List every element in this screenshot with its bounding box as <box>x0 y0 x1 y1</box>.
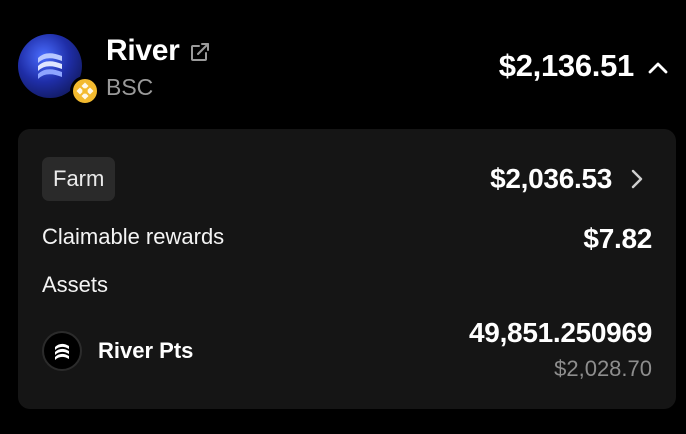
protocol-logo <box>18 34 100 106</box>
claimable-rewards-label: Claimable rewards <box>42 224 225 249</box>
farm-card: Farm $2,036.53 Claimable rewards $7.82 A… <box>18 129 676 409</box>
chain-name: BSC <box>106 74 154 100</box>
position-header[interactable]: River BSC $2,136.51 <box>0 0 686 128</box>
assets-label: Assets <box>42 272 109 297</box>
protocol-name: River <box>106 34 180 67</box>
farm-value[interactable]: $2,036.53 <box>490 163 612 195</box>
asset-name: River Pts <box>98 338 194 363</box>
total-value: $2,136.51 <box>498 48 635 83</box>
external-link-icon[interactable] <box>188 40 212 64</box>
asset-usd-value: $2,028.70 <box>554 356 652 381</box>
asset-amount: 49,851.250969 <box>469 317 652 348</box>
farm-tag: Farm <box>42 157 116 201</box>
claimable-rewards-value: $7.82 <box>583 223 652 254</box>
chevron-right-icon[interactable] <box>626 167 648 191</box>
bnb-chain-icon <box>70 76 100 106</box>
river-pts-icon <box>42 331 82 371</box>
chevron-up-icon[interactable] <box>646 56 670 80</box>
